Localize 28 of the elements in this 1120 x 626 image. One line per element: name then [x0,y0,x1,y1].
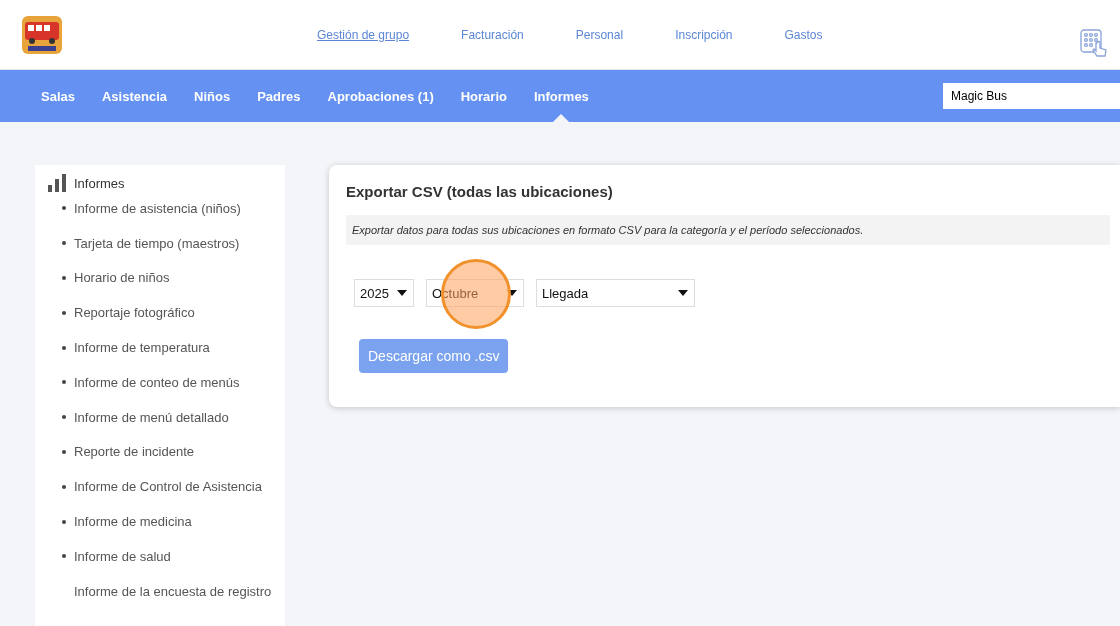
top-nav-link[interactable]: Gestión de grupo [317,27,410,42]
report-link[interactable]: Reporte de incidente [74,444,194,460]
caret-icon [507,290,517,296]
report-link[interactable]: Informe de menú detallado [74,409,229,425]
report-link[interactable]: Informe de salud [74,548,171,564]
caret-icon [397,290,407,296]
card-title: Exportar CSV (todas las ubicaciones) [346,183,614,200]
caret-icon [678,290,688,296]
top-nav-link[interactable]: Personal [575,27,624,42]
bus-logo-icon[interactable] [22,15,62,54]
dropdown-select[interactable]: 2025 [354,279,414,307]
report-link[interactable]: Reportaje fotográfico [74,305,195,321]
report-link[interactable]: Horario de niños [74,270,170,286]
report-link[interactable]: Informe de asistencia (niños) [74,200,241,216]
description-text: Exportar datos para todas sus ubicaciones en formato CSV para la categoría y el período seleccionados. [346,215,1110,245]
sidebar-title: Informes [74,175,125,191]
report-link[interactable]: Informe de medicina [74,514,192,530]
report-link[interactable]: Informe de la encuesta de registro [74,583,272,599]
report-link[interactable]: Informe de conteo de menús [74,374,240,390]
bar-chart-icon [48,174,66,192]
report-link[interactable]: Informe de temperatura [74,340,210,356]
top-nav-link[interactable]: Gastos [784,27,823,42]
location-field[interactable]: Magic Bus [943,83,1120,109]
dropdown-select[interactable]: Llegada [536,279,695,307]
report-link[interactable]: Tarjeta de tiempo (maestros) [74,235,240,251]
top-nav-link[interactable]: Inscripción [675,27,733,42]
report-link[interactable]: Informe de Control de Asistencia [74,479,262,495]
top-nav-link[interactable]: Facturación [461,27,524,42]
